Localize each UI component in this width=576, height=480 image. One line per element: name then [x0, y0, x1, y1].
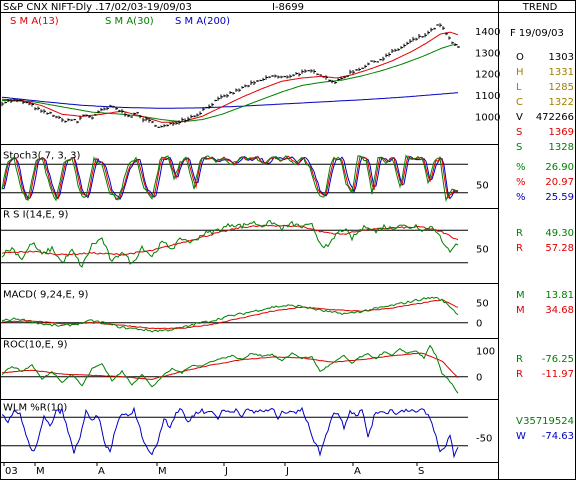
macd-value-key: M — [516, 305, 525, 316]
info-key: H — [516, 67, 524, 78]
rsi-value: 49.30 — [545, 228, 574, 239]
info-value: 1331 — [549, 67, 574, 78]
rsi-label: R S I(14,E, 9) — [3, 209, 68, 220]
chart-title: S&P CNX NIFT-Dly .17/02/03-19/09/03 — [3, 2, 192, 13]
x-tick-label: 03 — [5, 466, 18, 477]
wlm-value-key: W — [516, 431, 526, 442]
info-key: S — [516, 127, 522, 138]
rsi-value-key: R — [516, 228, 523, 239]
macd-value: 13.81 — [545, 290, 574, 301]
x-tick-label: J — [285, 466, 289, 477]
stoch-value-key: % — [516, 192, 526, 203]
rsi-tick-label: 50 — [476, 245, 489, 256]
info-value: 1285 — [549, 82, 574, 93]
chart-window: S&P CNX NIFT-Dly .17/02/03-19/09/03 I-86… — [0, 0, 576, 480]
macd-tick-label: 0 — [476, 319, 482, 330]
info-key: O — [516, 52, 524, 63]
technical-chart: S&P CNX NIFT-Dly .17/02/03-19/09/03 I-86… — [0, 0, 576, 480]
x-tick-label: A — [98, 466, 105, 477]
x-tick-label: M — [158, 466, 167, 477]
stoch-value: 25.59 — [545, 192, 574, 203]
legend-sma-1: S M A(30) — [105, 16, 154, 27]
x-tick-label: M — [36, 466, 45, 477]
roc-label: ROC(10,E, 9) — [3, 339, 68, 350]
macd-tick-label: 50 — [476, 298, 489, 309]
stoch-tick-label: 50 — [476, 181, 489, 192]
macd-label: MACD( 9,24,E, 9) — [3, 289, 89, 300]
stoch-value: 26.90 — [545, 162, 574, 173]
roc-value-key: R — [516, 354, 523, 365]
info-key: V — [516, 112, 523, 123]
roc-value-key: R — [516, 369, 523, 380]
info-value: 1369 — [549, 127, 574, 138]
trend-label: TREND — [522, 2, 558, 13]
info-key: C — [516, 97, 523, 108]
wlm-value: -74.63 — [542, 431, 574, 442]
price-tick-label: 1000 — [475, 112, 500, 123]
roc-tick-label: 100 — [476, 346, 495, 357]
info-value: 1303 — [549, 52, 574, 63]
stoch-value: 20.97 — [545, 177, 574, 188]
roc-value: -11.97 — [542, 369, 574, 380]
price-tick-label: 1100 — [475, 91, 500, 102]
roc-tick-label: 0 — [476, 373, 482, 384]
rsi-value-key: R — [516, 243, 523, 254]
stoch-value-key: % — [516, 177, 526, 188]
info-value: 1322 — [549, 97, 574, 108]
price-tick-label: 1400 — [475, 27, 500, 38]
wlm-value-key: V — [516, 416, 523, 427]
x-tick-label: J — [224, 466, 228, 477]
legend-sma-2: S M A(200) — [175, 16, 230, 27]
info-key: S — [516, 142, 522, 153]
roc-value: -76.25 — [542, 354, 574, 365]
x-tick-label: A — [354, 466, 361, 477]
legend-sma-0: S M A(13) — [10, 16, 59, 27]
info-value: 1328 — [549, 142, 574, 153]
price-tick-label: 1200 — [475, 70, 500, 81]
wlm-tick-label: -50 — [476, 434, 492, 445]
macd-value: 34.68 — [545, 305, 574, 316]
info-key: L — [516, 82, 522, 93]
stoch-value-key: % — [516, 162, 526, 173]
chart-code: I-8699 — [272, 2, 304, 13]
macd-value-key: M — [516, 290, 525, 301]
rsi-value: 57.28 — [545, 243, 574, 254]
wlm-value: 35719524 — [523, 416, 574, 427]
x-tick-label: S — [418, 466, 424, 477]
info-value: 472266 — [536, 112, 574, 123]
wlm-label: WLM %R(10) — [3, 402, 67, 413]
price-tick-label: 1300 — [475, 48, 500, 59]
info-date: F 19/09/03 — [510, 28, 564, 39]
